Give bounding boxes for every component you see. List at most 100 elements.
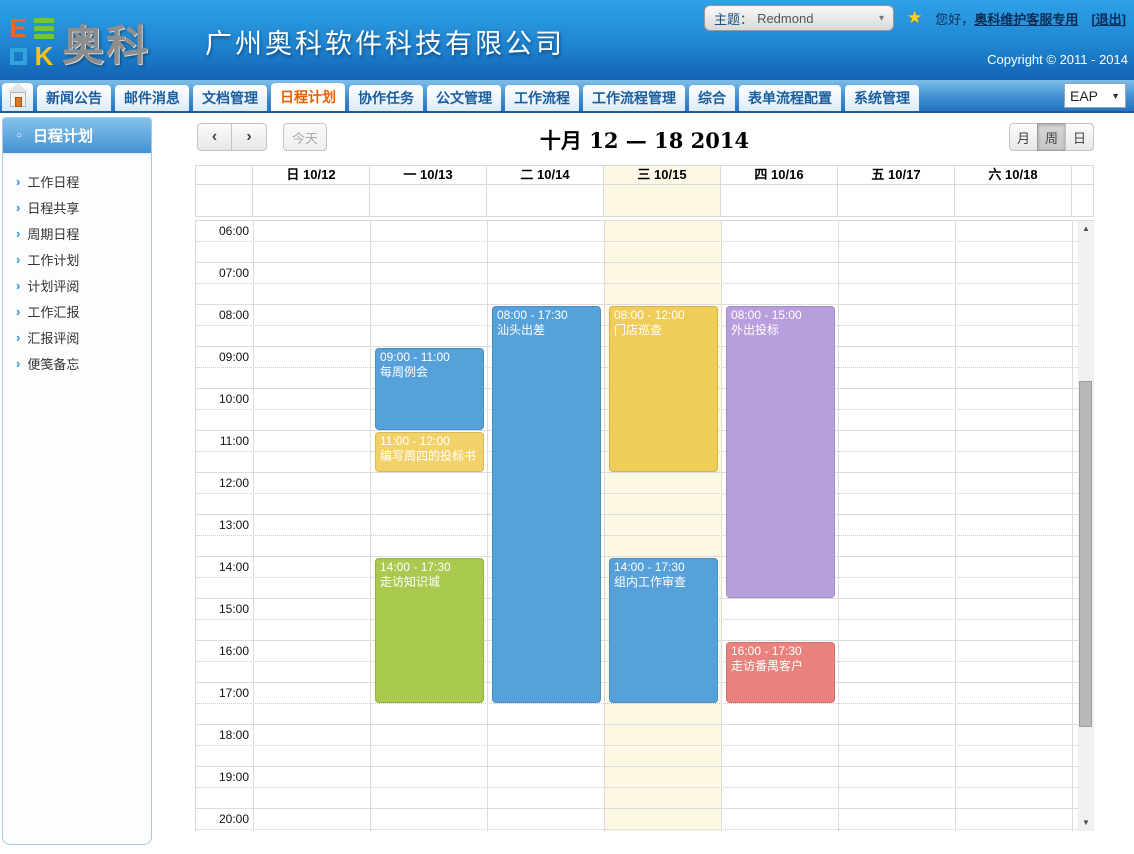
day-header-cell-0: 日 10/12 xyxy=(253,165,370,185)
allday-cell-6[interactable] xyxy=(955,185,1072,217)
time-label: 18:00 xyxy=(196,728,249,742)
sidebar-item-7[interactable]: ›便笺备忘 xyxy=(16,350,151,376)
sidebar-item-0[interactable]: ›工作日程 xyxy=(16,168,151,194)
scroll-down-icon[interactable]: ▼ xyxy=(1078,815,1094,831)
nav-tab-1[interactable]: 邮件消息 xyxy=(115,85,189,111)
sidebar-item-label: 工作计划 xyxy=(27,250,79,269)
time-label: 13:00 xyxy=(196,518,249,532)
event-4[interactable]: 08:00 - 12:00门店巡查 xyxy=(609,306,718,472)
time-label: 09:00 xyxy=(196,350,249,364)
nav-tab-0[interactable]: 新闻公告 xyxy=(37,85,111,111)
nav-tab-10[interactable]: 系统管理 xyxy=(845,85,919,111)
nav-tab-9[interactable]: 表单流程配置 xyxy=(739,85,841,111)
day-header-cell-3: 三 10/15 xyxy=(604,165,721,185)
sidebar-item-1[interactable]: ›日程共享 xyxy=(16,194,151,220)
view-button-2[interactable]: 日 xyxy=(1065,123,1094,151)
logo-block-green xyxy=(32,16,56,42)
sidebar-bullet-icon: ○ xyxy=(16,130,22,141)
event-1[interactable]: 11:00 - 12:00编写周四的投标书 xyxy=(375,432,484,472)
item-arrow-icon: › xyxy=(16,278,20,293)
day-header-cell-1: 一 10/13 xyxy=(370,165,487,185)
nav-tab-6[interactable]: 工作流程 xyxy=(505,85,579,111)
allday-cell-3[interactable] xyxy=(604,185,721,217)
day-header-row: 日 10/12一 10/13二 10/14三 10/15四 10/16五 10/… xyxy=(195,165,1094,185)
nav-tab-8[interactable]: 综合 xyxy=(689,85,735,111)
sidebar-item-6[interactable]: ›汇报评阅 xyxy=(16,324,151,350)
time-label: 20:00 xyxy=(196,812,249,826)
event-6[interactable]: 08:00 - 15:00外出投标 xyxy=(726,306,835,598)
sidebar-item-label: 周期日程 xyxy=(27,224,79,243)
event-5[interactable]: 14:00 - 17:30组内工作审查 xyxy=(609,558,718,703)
app-header: E K 奥科 广州奥科软件科技有限公司 主题： Redmond ▾ ★ 您好，奥… xyxy=(0,0,1134,80)
hour-row-07:00[interactable]: 07:00 xyxy=(196,263,1078,305)
time-label: 17:00 xyxy=(196,686,249,700)
greeting: 您好，奥科维护客服专用 xyxy=(935,9,1078,28)
hour-row-18:00[interactable]: 18:00 xyxy=(196,725,1078,767)
half-hour-line xyxy=(196,263,1078,284)
hour-row-12:00[interactable]: 12:00 xyxy=(196,473,1078,515)
half-hour-line xyxy=(196,725,1078,746)
event-2[interactable]: 14:00 - 17:30走访知识城 xyxy=(375,558,484,703)
hour-row-20:00[interactable]: 20:00 xyxy=(196,809,1078,831)
logo-text: 奥科 xyxy=(62,12,150,73)
item-arrow-icon: › xyxy=(16,226,20,241)
event-0[interactable]: 09:00 - 11:00每周例会 xyxy=(375,348,484,430)
sidebar-item-2[interactable]: › 周期日程 xyxy=(16,220,151,246)
sidebar-item-4[interactable]: › 计划评阅 xyxy=(16,272,151,298)
sidebar-item-label: 计划评阅 xyxy=(27,276,79,295)
time-label: 11:00 xyxy=(196,434,249,448)
eap-select[interactable]: EAP ▼ xyxy=(1064,83,1126,108)
hour-row-06:00[interactable]: 06:00 xyxy=(196,221,1078,263)
calendar-title: 十月 12 — 18 2014 xyxy=(195,125,1094,155)
event-time: 11:00 - 12:00 xyxy=(380,434,479,449)
scrollbar[interactable]: ▲ ▼ xyxy=(1078,221,1094,831)
sidebar-menu: ›工作日程›日程共享›周期日程›工作计划›计划评阅›工作汇报›汇报评阅›便笺备忘 xyxy=(3,155,151,376)
nav-tab-5[interactable]: 公文管理 xyxy=(427,85,501,111)
nav-tab-4[interactable]: 协作任务 xyxy=(349,85,423,111)
allday-cell-2[interactable] xyxy=(487,185,604,217)
theme-dropdown-arrow-icon: ▾ xyxy=(879,13,884,24)
time-label: 12:00 xyxy=(196,476,249,490)
allday-gutter xyxy=(195,185,253,217)
home-icon xyxy=(8,92,28,108)
allday-cell-0[interactable] xyxy=(253,185,370,217)
view-switcher: 月周日 xyxy=(1009,123,1094,151)
allday-cell-5[interactable] xyxy=(838,185,955,217)
allday-cell-4[interactable] xyxy=(721,185,838,217)
sidebar-item-5[interactable]: › 工作汇报 xyxy=(16,298,151,324)
greeting-prefix: 您好， xyxy=(935,12,974,27)
event-title: 编写周四的投标书 xyxy=(380,449,479,464)
hour-row-13:00[interactable]: 13:00 xyxy=(196,515,1078,557)
sidebar-item-label: 工作日程 xyxy=(27,172,79,191)
theme-select[interactable]: 主题： Redmond ▾ xyxy=(704,5,894,31)
logo-icon: E K xyxy=(6,16,58,70)
day-header-cell-4: 四 10/16 xyxy=(721,165,838,185)
nav-tab-3[interactable]: 日程计划 xyxy=(271,83,345,111)
favorite-star-icon[interactable]: ★ xyxy=(907,8,922,28)
nav-tab-2[interactable]: 文档管理 xyxy=(193,85,267,111)
main-nav: 新闻公告邮件消息文档管理日程计划协作任务公文管理工作流程工作流程管理综合表单流程… xyxy=(0,80,1134,113)
logo-block-yellow: K xyxy=(32,44,56,70)
sidebar: ○ 日程计划 ›工作日程›日程共享›周期日程›工作计划›计划评阅›工作汇报›汇报… xyxy=(2,117,152,845)
user-link[interactable]: 奥科维护客服专用 xyxy=(974,12,1078,27)
scrollbar-thumb[interactable] xyxy=(1079,381,1092,727)
scroll-up-icon[interactable]: ▲ xyxy=(1078,221,1094,237)
nav-tab-7[interactable]: 工作流程管理 xyxy=(583,85,685,111)
logout-link[interactable]: [退出] xyxy=(1091,9,1126,28)
event-3[interactable]: 08:00 - 17:30汕头出差 xyxy=(492,306,601,703)
time-label: 10:00 xyxy=(196,392,249,406)
hour-row-19:00[interactable]: 19:00 xyxy=(196,767,1078,809)
sidebar-item-3[interactable]: ›工作计划 xyxy=(16,246,151,272)
item-arrow-icon: › xyxy=(16,304,20,319)
item-arrow-icon: › xyxy=(16,330,20,345)
home-button[interactable] xyxy=(2,83,33,111)
view-button-0[interactable]: 月 xyxy=(1009,123,1038,151)
allday-spacer xyxy=(1072,185,1094,217)
view-button-1[interactable]: 周 xyxy=(1037,123,1066,151)
half-hour-line xyxy=(196,767,1078,788)
calendar-grid: 日 10/12一 10/13二 10/14三 10/15四 10/16五 10/… xyxy=(195,165,1094,830)
event-title: 外出投标 xyxy=(731,323,830,338)
sidebar-item-label: 工作汇报 xyxy=(27,302,79,321)
event-7[interactable]: 16:00 - 17:30走访番禺客户 xyxy=(726,642,835,703)
allday-cell-1[interactable] xyxy=(370,185,487,217)
